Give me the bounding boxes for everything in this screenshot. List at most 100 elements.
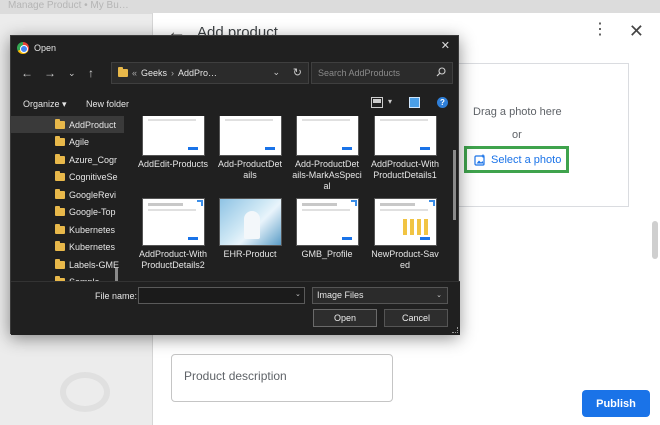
help-icon[interactable]: ? (437, 97, 448, 108)
panel-scrollbar[interactable] (652, 221, 658, 259)
browser-tab-title: Manage Product • My Bu… (8, 0, 129, 11)
tree-item-label: Agile (69, 137, 90, 147)
up-folder-icon[interactable]: ↑ (88, 66, 94, 80)
open-file-dialog: Open ✕ ← → ⌄ ↑ « Geeks › AddPro… ⌄ ↻ Org… (10, 35, 460, 335)
folder-icon (55, 206, 65, 216)
tree-item-label: CognitiveSe (69, 172, 118, 182)
folder-icon (118, 67, 128, 77)
navigation-pane: AddProduct Agile Azure_Cogr CognitiveSe Goog… (11, 116, 124, 281)
dialog-title: Open (34, 43, 57, 53)
more-vert-icon[interactable]: ⋮ (592, 22, 608, 38)
tree-item[interactable]: Kubernetes (11, 221, 124, 238)
tree-item[interactable]: Kubernetes (11, 239, 124, 256)
file-list: AddEdit-Products Add-ProductDet ails Add-Pr… (124, 116, 460, 281)
forward-icon[interactable]: → (44, 66, 56, 80)
product-description-field[interactable]: Product description (171, 354, 393, 402)
file-name: AddProduct-With ProductDetails2 (138, 249, 208, 270)
file-name: AddProduct-With ProductDetails1 (370, 159, 440, 180)
thumbnail-detail (265, 147, 275, 150)
tree-item[interactable]: Sample (11, 274, 124, 281)
preview-pane-icon[interactable] (409, 97, 420, 108)
organize-menu[interactable]: Organize ▾ (23, 99, 67, 110)
tree-item-label: Google-Top (69, 207, 116, 217)
breadcrumb-overflow[interactable]: « (132, 68, 137, 78)
tree-item[interactable]: GoogleRevi (11, 186, 124, 203)
file-thumbnail[interactable] (374, 116, 437, 156)
recent-locations-chevron-icon[interactable]: ⌄ (68, 68, 76, 79)
browser-tab-strip: Manage Product • My Bu… (0, 0, 660, 14)
filename-label: File name: (95, 291, 138, 301)
filename-input[interactable] (138, 287, 305, 304)
folder-icon (55, 136, 65, 146)
file-list-scrollbar[interactable] (453, 150, 456, 220)
thumbnail-detail (148, 209, 196, 211)
file-thumbnail[interactable] (296, 198, 359, 246)
tree-item[interactable]: Azure_Cogr (11, 151, 124, 168)
tree-item-label: Labels-GME (69, 259, 120, 270)
change-view-icon[interactable] (371, 97, 383, 108)
thumbnail-detail (302, 119, 350, 121)
thumbnail-detail (342, 147, 352, 150)
tree-item[interactable]: AddProduct (11, 116, 124, 133)
folder-icon (55, 118, 65, 129)
dialog-close-icon[interactable]: ✕ (441, 39, 450, 52)
dialog-footer: File name: ⌄ Image Files ⌄ Open Cancel (11, 281, 460, 335)
filetype-select[interactable]: Image Files ⌄ (312, 287, 448, 304)
file-thumbnail[interactable] (142, 116, 205, 156)
tree-item[interactable]: Agile (11, 134, 124, 151)
file-thumbnail[interactable] (142, 198, 205, 246)
search-input[interactable] (312, 63, 437, 83)
file-thumbnail[interactable] (219, 198, 282, 246)
thumbnail-detail (148, 119, 196, 121)
file-thumbnail[interactable] (219, 116, 282, 156)
thumbnail-detail (380, 203, 415, 206)
tree-item-label: Kubernetes (69, 242, 116, 252)
navigation-row: ← → ⌄ ↑ « Geeks › AddPro… ⌄ ↻ (11, 62, 460, 86)
thumbnail-detail (302, 209, 350, 211)
address-bar[interactable]: « Geeks › AddPro… ⌄ ↻ (111, 62, 309, 84)
tree-item-label: Azure_Cogr (69, 154, 118, 165)
publish-button[interactable]: Publish (582, 390, 650, 417)
select-photo-button[interactable]: Select a photo (464, 146, 569, 173)
view-options-chevron-icon[interactable]: ▾ (388, 97, 392, 106)
add-photo-icon (474, 154, 485, 166)
file-thumbnail[interactable] (296, 116, 359, 156)
thumbnail-detail (148, 203, 183, 206)
thumbnail-detail (380, 119, 428, 121)
thumbnail-detail (380, 209, 428, 211)
file-thumbnail[interactable] (374, 198, 437, 246)
breadcrumb-separator: › (171, 68, 175, 78)
thumbnail-detail (197, 200, 203, 206)
filename-dropdown-icon[interactable]: ⌄ (295, 290, 301, 298)
breadcrumb-current[interactable]: AddPro… (178, 68, 217, 78)
folder-icon (55, 223, 65, 234)
close-icon[interactable]: ✕ (629, 21, 644, 42)
tree-item-label: AddProduct (69, 119, 117, 130)
tree-item-label: GoogleRevi (69, 189, 117, 200)
search-box (311, 62, 453, 84)
thumbnail-detail (225, 119, 273, 121)
breadcrumb-parent[interactable]: Geeks (141, 68, 167, 78)
address-chevron-icon[interactable]: ⌄ (272, 67, 280, 78)
thumbnail-bars (403, 219, 429, 235)
cancel-button[interactable]: Cancel (384, 309, 448, 327)
new-folder-button[interactable]: New folder (86, 99, 129, 109)
navigation-pane-scrollbar[interactable] (115, 268, 118, 281)
thumbnail-detail (188, 147, 198, 150)
tree-item[interactable]: Google-Top (11, 204, 124, 221)
tree-item[interactable]: CognitiveSe (11, 169, 124, 186)
thumbnail-figure (244, 211, 260, 239)
open-button[interactable]: Open (313, 309, 377, 327)
thumbnail-detail (302, 203, 337, 206)
tree-item[interactable]: Labels-GME (11, 256, 124, 273)
product-description-label: Product description (184, 369, 287, 383)
tree-item-label: Kubernetes (69, 224, 116, 235)
filetype-chevron-icon: ⌄ (436, 292, 442, 299)
folder-icon (55, 188, 65, 199)
photo-dropzone[interactable] (453, 63, 629, 207)
back-icon[interactable]: ← (21, 66, 33, 80)
resize-grip-icon[interactable] (452, 327, 458, 333)
file-name: GMB_Profile (301, 249, 353, 259)
refresh-icon[interactable]: ↻ (293, 66, 302, 79)
thumbnail-detail (188, 237, 198, 240)
